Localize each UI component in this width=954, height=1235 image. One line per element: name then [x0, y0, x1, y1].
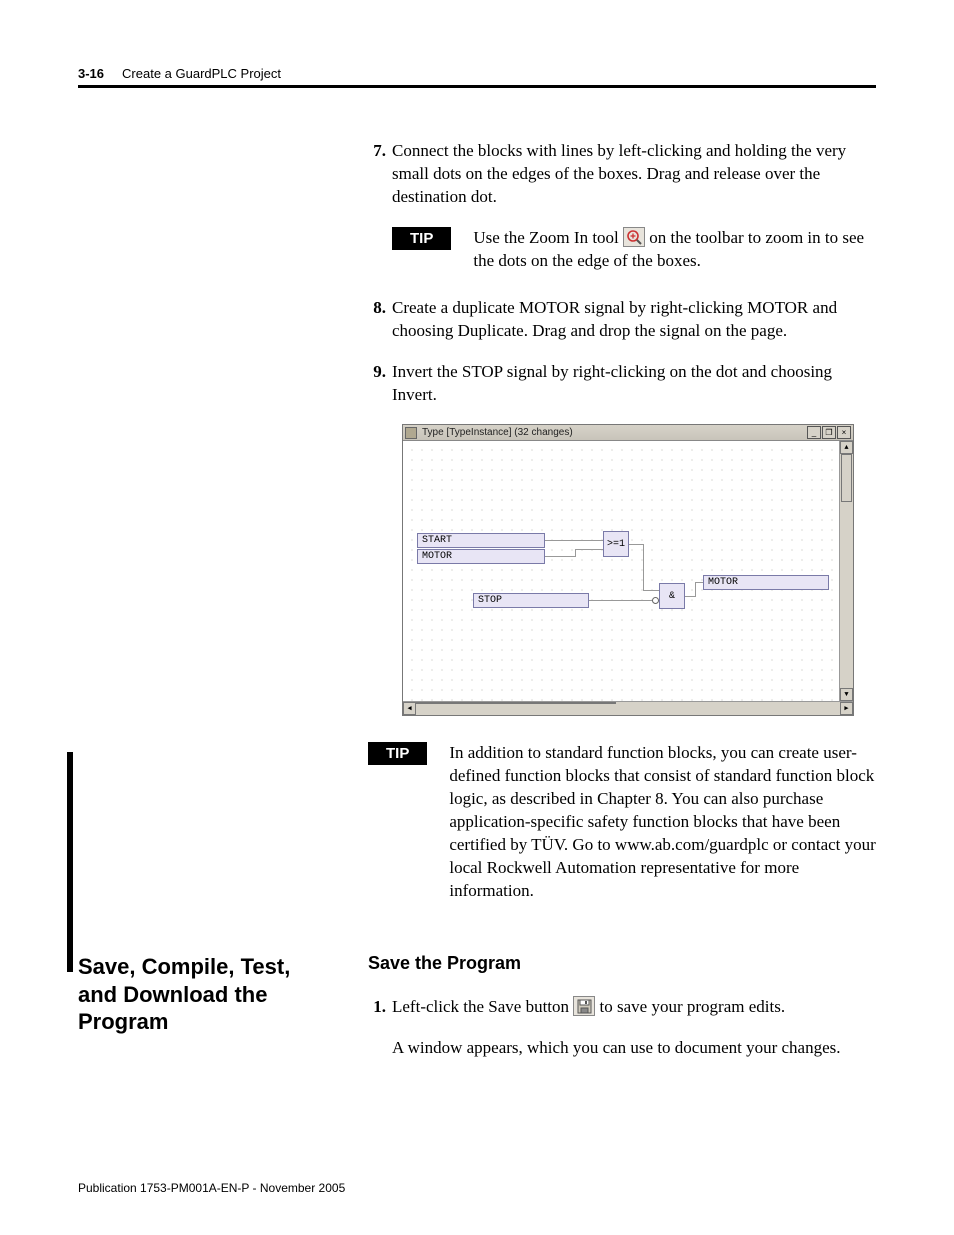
horizontal-scrollbar[interactable]: ◀ ▶ [403, 701, 853, 715]
scroll-thumb[interactable] [841, 454, 852, 502]
step-number: 8. [368, 297, 386, 343]
vertical-scrollbar[interactable]: ▲ ▼ [839, 441, 853, 701]
section-heading: Save, Compile, Test, and Download the Pr… [78, 953, 328, 1078]
tip-1: TIP Use the Zoom In tool on the toolbar … [392, 227, 876, 273]
page-number: 3-16 [78, 66, 104, 81]
close-icon[interactable]: × [837, 426, 851, 439]
tip-2: TIP In addition to standard function blo… [368, 742, 876, 903]
zoom-in-icon [623, 227, 645, 247]
gate-or[interactable]: >=1 [603, 531, 629, 557]
tip-badge: TIP [368, 742, 427, 765]
scroll-left-icon[interactable]: ◀ [403, 702, 416, 715]
step-text: Connect the blocks with lines by left-cl… [392, 140, 876, 209]
tip-text: In addition to standard function blocks,… [449, 742, 876, 903]
step-8: 8. Create a duplicate MOTOR signal by ri… [368, 297, 876, 343]
tip-badge: TIP [392, 227, 451, 250]
step-number: 9. [368, 361, 386, 407]
invert-dot-icon [652, 597, 659, 604]
scroll-thumb[interactable] [416, 702, 616, 704]
header-rule [78, 85, 876, 88]
gate-and[interactable]: & [659, 583, 685, 609]
chapter-title: Create a GuardPLC Project [122, 66, 281, 81]
step-7: 7. Connect the blocks with lines by left… [368, 140, 876, 209]
window-title: Type [TypeInstance] (32 changes) [420, 427, 806, 438]
maximize-icon[interactable]: ❐ [822, 426, 836, 439]
minimize-icon[interactable]: _ [807, 426, 821, 439]
scroll-down-icon[interactable]: ▼ [840, 688, 853, 701]
signal-stop[interactable]: STOP [473, 593, 589, 608]
editor-screenshot: Type [TypeInstance] (32 changes) _ ❐ × S… [402, 424, 876, 716]
step-number: 1. [368, 996, 386, 1060]
window-titlebar: Type [TypeInstance] (32 changes) _ ❐ × [403, 425, 853, 441]
save-icon [573, 996, 595, 1016]
step-number: 7. [368, 140, 386, 209]
tip-text: Use the Zoom In tool on the toolbar to z… [473, 227, 876, 273]
save-step-1: 1. Left-click the Save button to save yo… [368, 996, 876, 1060]
window-app-icon [405, 427, 417, 439]
scroll-up-icon[interactable]: ▲ [840, 441, 853, 454]
tip-text-before: Use the Zoom In tool [473, 228, 623, 247]
step-text-after: to save your program edits. [600, 997, 786, 1016]
diagram-canvas[interactable]: START MOTOR STOP >=1 & MOTOR [403, 441, 839, 701]
step-followup: A window appears, which you can use to d… [392, 1037, 876, 1060]
step-text: Create a duplicate MOTOR signal by right… [392, 297, 876, 343]
subsection-heading: Save the Program [368, 953, 876, 974]
margin-bar [67, 752, 73, 972]
scroll-right-icon[interactable]: ▶ [840, 702, 853, 715]
step-9: 9. Invert the STOP signal by right-click… [368, 361, 876, 407]
step-text: Invert the STOP signal by right-clicking… [392, 361, 876, 407]
page-header: 3-16 Create a GuardPLC Project [78, 66, 876, 81]
signal-motor-out[interactable]: MOTOR [703, 575, 829, 590]
signal-start[interactable]: START [417, 533, 545, 548]
publication-footer: Publication 1753-PM001A-EN-P - November … [78, 1181, 345, 1195]
step-text: Left-click the Save button to save your … [392, 996, 876, 1060]
signal-motor-in[interactable]: MOTOR [417, 549, 545, 564]
step-text-before: Left-click the Save button [392, 997, 573, 1016]
